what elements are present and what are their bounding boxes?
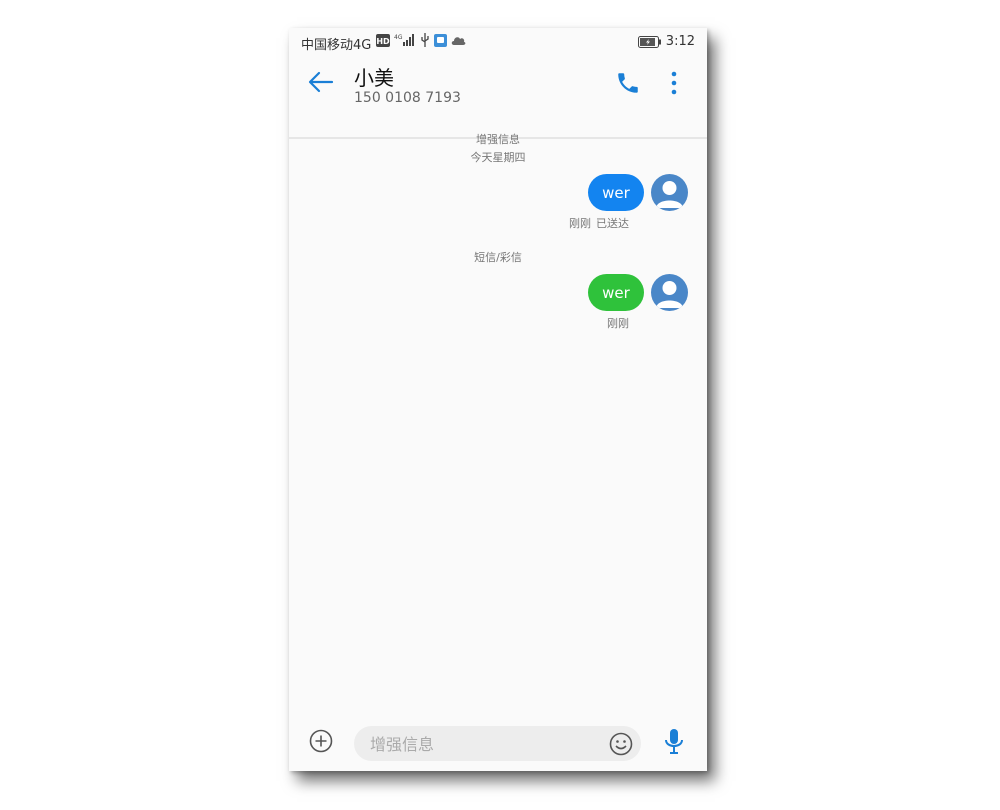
back-arrow-icon[interactable] [307,68,335,96]
contact-number: 150 0108 7193 [354,90,461,106]
add-icon[interactable] [309,729,333,753]
message-time: 刚刚 [569,217,591,230]
phone-icon[interactable] [615,70,641,96]
usb-icon [421,33,429,47]
message-input-box[interactable] [354,726,641,763]
phone-screen: 中国移动4G HD 4G 3:12 小美 150 0108 7193 增强信息 … [289,28,707,771]
emoji-icon[interactable] [609,732,633,756]
message-time: 刚刚 [607,317,629,330]
message-bubble-sent[interactable]: wer [588,174,644,211]
signal-icon: 4G [394,34,414,46]
net-label: 4G [394,34,403,41]
conversation-header: 小美 150 0108 7193 [289,56,707,139]
message-input[interactable] [368,726,602,763]
avatar-icon [656,281,683,308]
date-separator: 今天星期四 [470,151,526,164]
message-bubble-sms[interactable]: wer [588,274,644,311]
hd-icon: HD [376,33,390,47]
status-right: 3:12 [637,34,695,49]
hd-label: HD [376,37,390,46]
composer-bar [289,718,707,771]
message-status: 已送达 [596,217,629,230]
avatar[interactable] [651,274,688,311]
status-icons: HD 4G [376,33,466,47]
clock: 3:12 [665,34,695,49]
section-label-sms: 短信/彩信 [474,251,522,264]
section-label-rcs: 增强信息 [476,133,520,146]
cloud-icon [451,37,466,45]
battery-icon [637,35,661,48]
avatar-icon [656,181,683,208]
status-bar: 中国移动4G HD 4G 3:12 [289,28,707,56]
carrier-label: 中国移动4G [301,38,372,53]
app-notification-icon [434,33,447,47]
mic-icon[interactable] [663,728,685,756]
contact-name: 小美 [354,66,394,90]
avatar[interactable] [651,174,688,211]
more-vert-icon[interactable] [665,70,683,96]
